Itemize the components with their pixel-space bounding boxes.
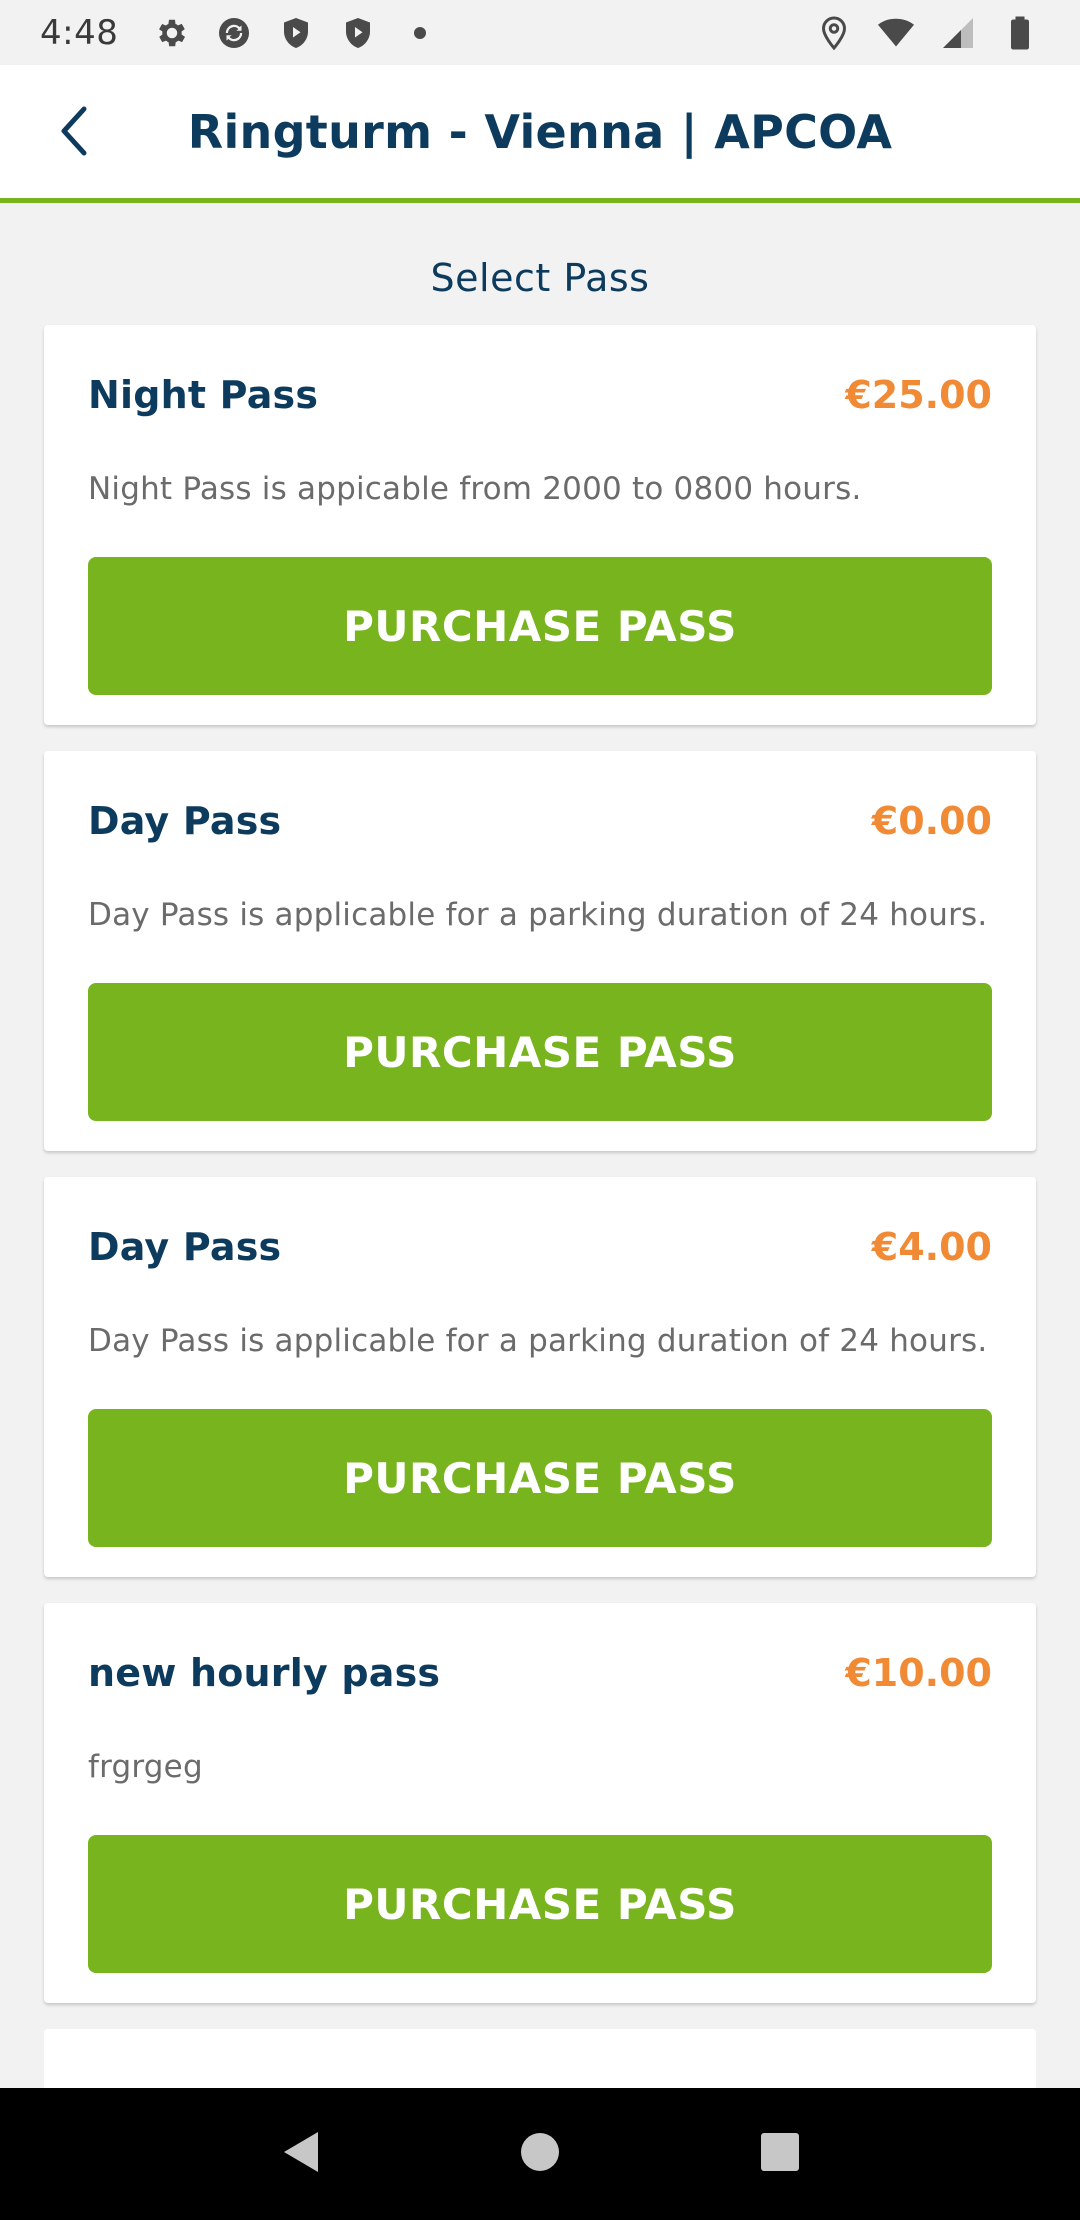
pass-list-container[interactable]: Select Pass Night Pass €25.00 Night Pass… (0, 203, 1080, 2088)
pass-description: Night Pass is appicable from 2000 to 080… (88, 471, 862, 507)
status-icons-right (814, 13, 1040, 53)
nav-back-button[interactable] (260, 2114, 340, 2194)
pass-name: Day Pass (88, 1225, 282, 1269)
pass-price: €25.00 (845, 373, 992, 417)
pass-card-day-free: Day Pass €0.00 Day Pass is applicable fo… (44, 751, 1036, 1151)
status-icons-left (152, 13, 440, 53)
pass-card-night: Night Pass €25.00 Night Pass is appicabl… (44, 325, 1036, 725)
pass-description: frgrgeg (88, 1749, 203, 1785)
nav-home-button[interactable] (500, 2114, 580, 2194)
play-shield-icon (276, 13, 316, 53)
purchase-pass-button[interactable]: PURCHASE PASS (88, 1409, 992, 1547)
pass-price: €4.00 (871, 1225, 992, 1269)
purchase-pass-button[interactable]: PURCHASE PASS (88, 983, 992, 1121)
signal-icon (938, 13, 978, 53)
purchase-pass-button[interactable]: PURCHASE PASS (88, 557, 992, 695)
pass-description: Day Pass is applicable for a parking dur… (88, 1323, 988, 1359)
shield-icon (338, 13, 378, 53)
pass-name: Night Pass (88, 373, 319, 417)
back-button[interactable] (44, 103, 104, 163)
recents-square-icon (758, 2130, 802, 2178)
app-bar: Ringturm - Vienna | APCOA (0, 65, 1080, 203)
pass-name: Day Pass (88, 799, 282, 843)
pass-name: new hourly pass (88, 1651, 441, 1695)
pass-description: Day Pass is applicable for a parking dur… (88, 897, 988, 933)
pass-cards: Night Pass €25.00 Night Pass is appicabl… (44, 325, 1036, 2088)
sync-icon (214, 13, 254, 53)
wifi-icon (876, 13, 916, 53)
page-title: Ringturm - Vienna | APCOA (187, 104, 893, 159)
back-triangle-icon (278, 2128, 322, 2180)
chevron-left-icon (54, 101, 94, 165)
dot-icon (400, 13, 440, 53)
pass-card-hourly: new hourly pass €10.00 frgrgeg PURCHASE … (44, 1603, 1036, 2003)
location-icon (814, 13, 854, 53)
home-circle-icon (518, 2130, 562, 2178)
pass-card-partial (44, 2029, 1036, 2088)
gear-icon (152, 13, 192, 53)
purchase-pass-button[interactable]: PURCHASE PASS (88, 1835, 992, 1973)
pass-card-day-paid: Day Pass €4.00 Day Pass is applicable fo… (44, 1177, 1036, 1577)
status-time: 4:48 (40, 12, 119, 53)
section-title: Select Pass (430, 256, 650, 300)
battery-icon (1000, 13, 1040, 53)
pass-price: €10.00 (845, 1651, 992, 1695)
nav-recents-button[interactable] (740, 2114, 820, 2194)
navigation-bar (0, 2088, 1080, 2220)
status-bar: 4:48 (0, 0, 1080, 65)
pass-price: €0.00 (871, 799, 992, 843)
